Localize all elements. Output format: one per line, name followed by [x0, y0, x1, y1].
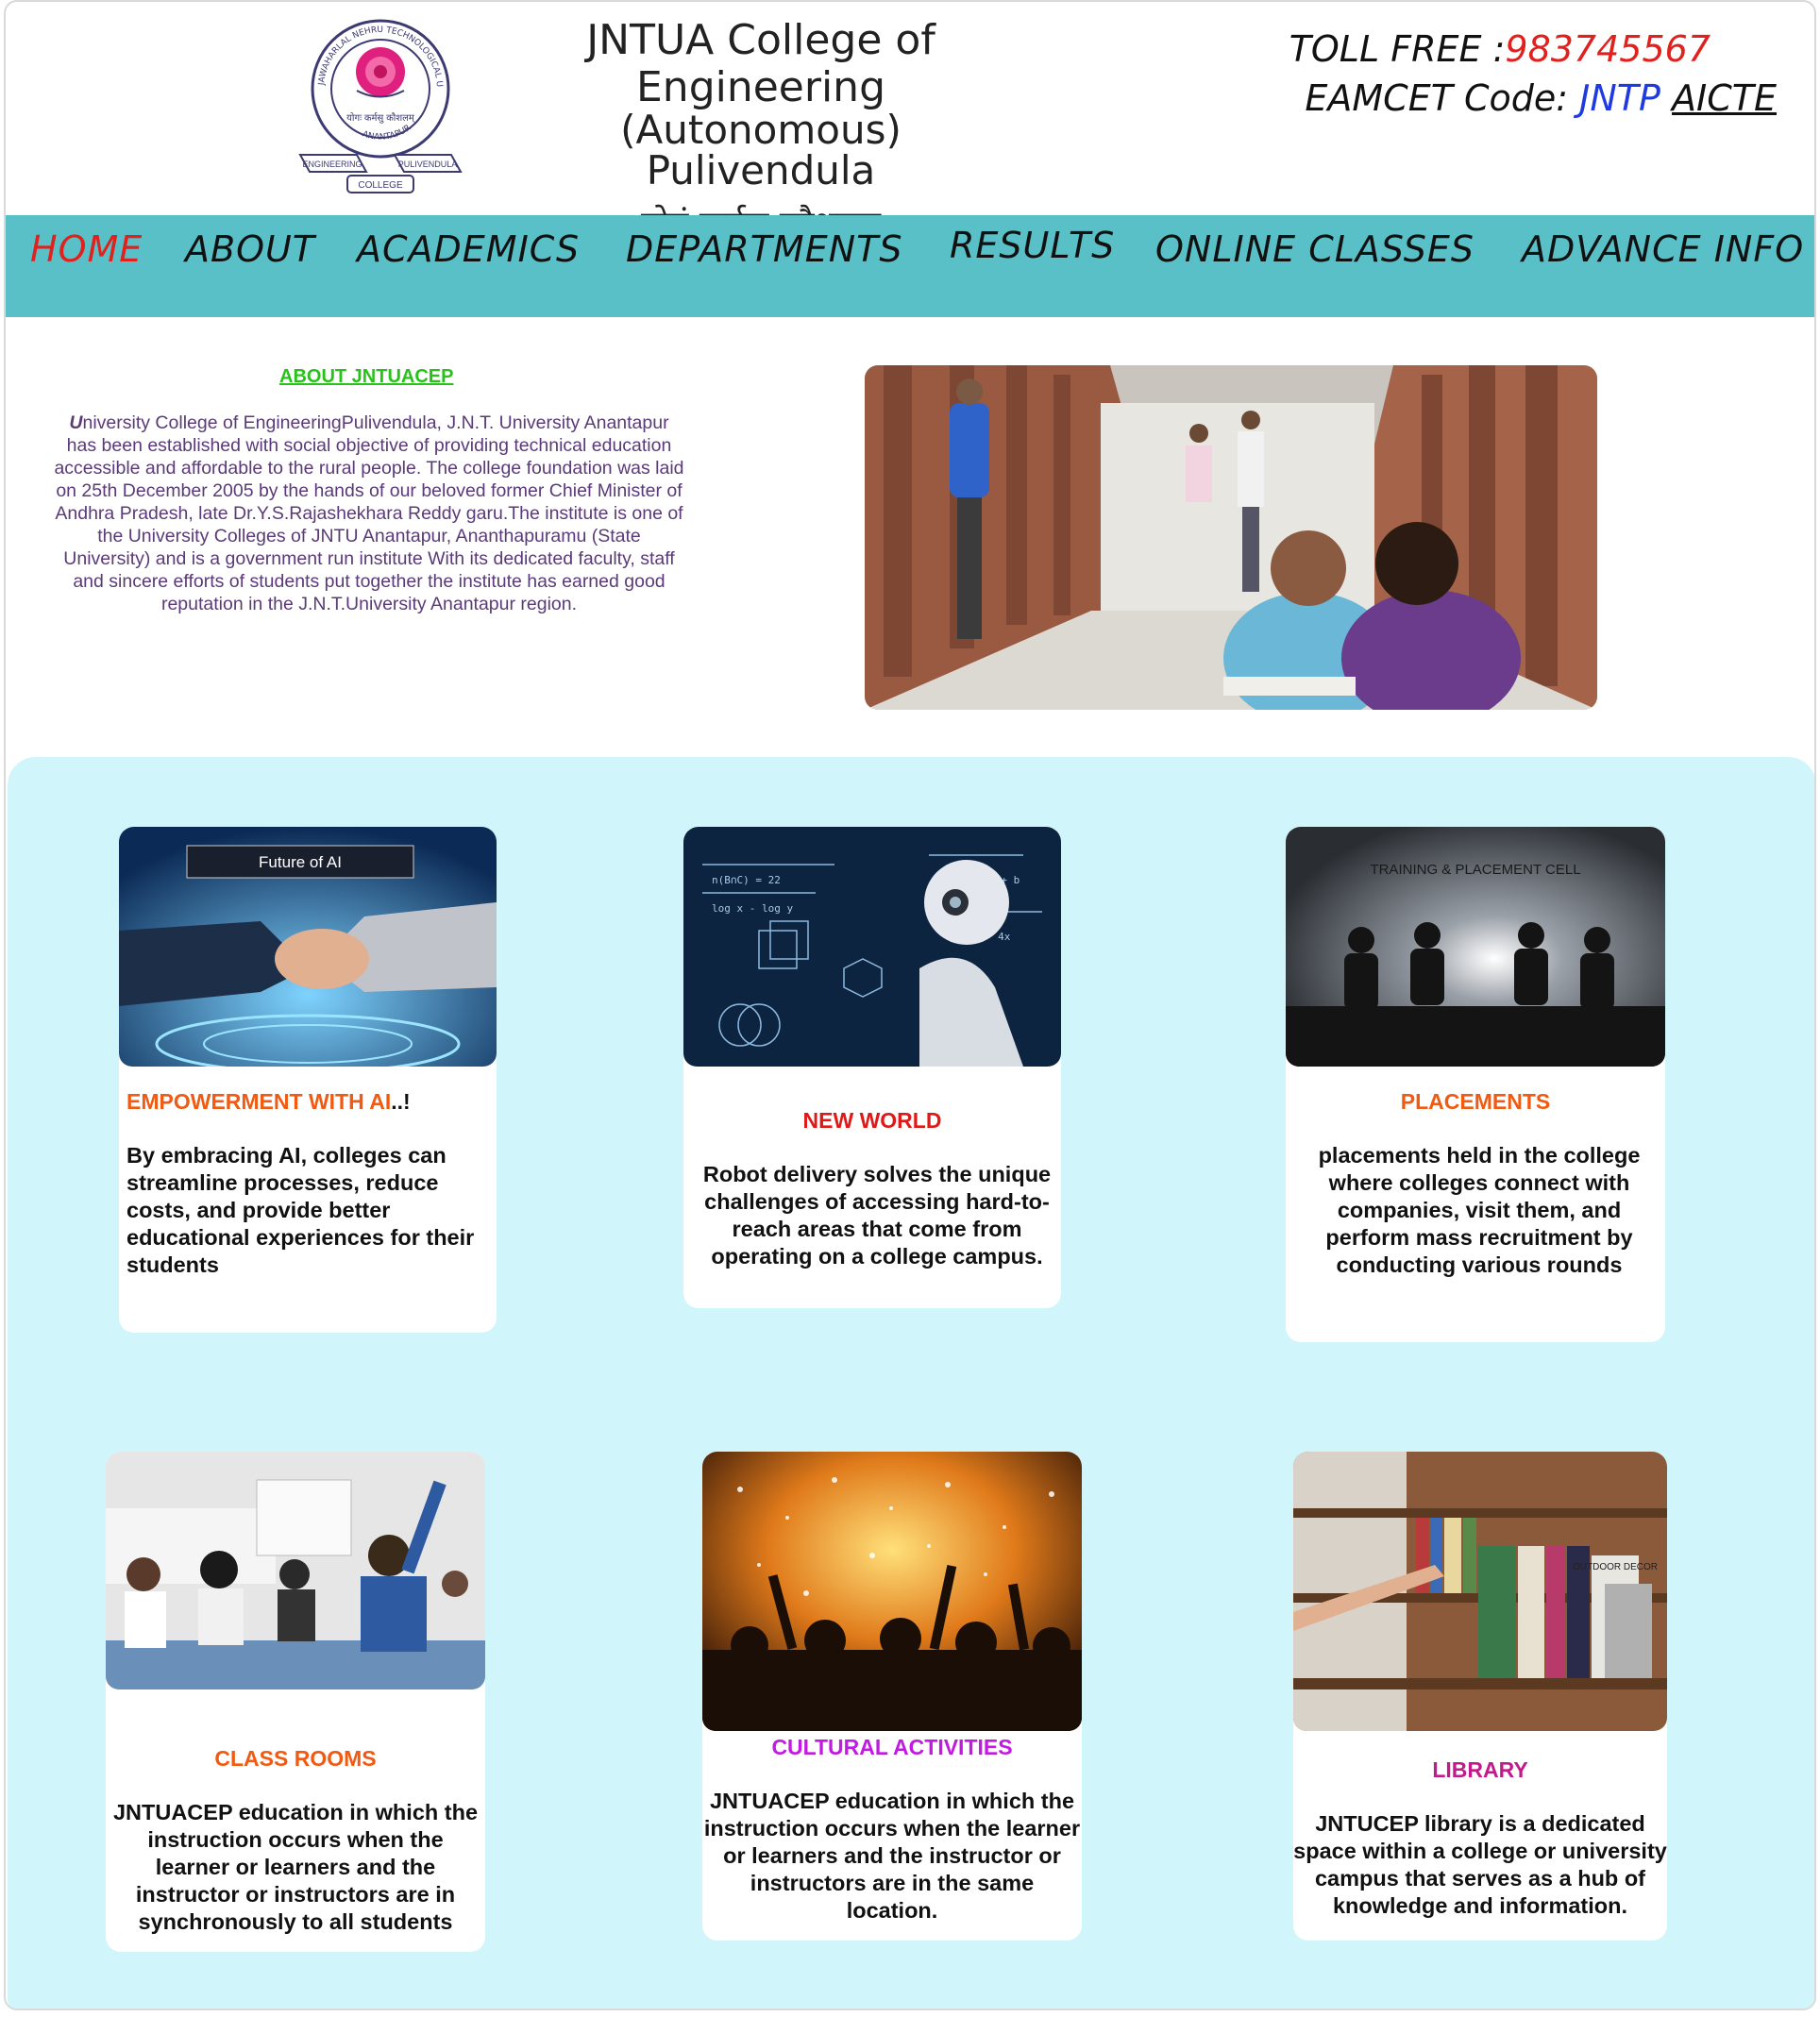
card-title-text: EMPOWERMENT WITH AI: [126, 1089, 392, 1114]
library-image: OUTDOOR DECOR: [1293, 1452, 1667, 1731]
nav-results[interactable]: RESULTS: [950, 225, 1115, 266]
college-logo: JAWAHARLAL NEHRU TECHNOLOGICAL UNIVERSIT…: [291, 13, 463, 193]
card-title: LIBRARY: [1432, 1757, 1528, 1782]
feature-card-ai[interactable]: Future of AI EMPOWERMENT WITH AI..! By e…: [119, 827, 497, 1333]
svg-text:PULIVENDULA: PULIVENDULA: [398, 160, 458, 169]
svg-text:ENGINEERING: ENGINEERING: [302, 160, 362, 169]
eamcet-label: EAMCET Code:: [1305, 77, 1580, 119]
nav-advance-info[interactable]: ADVANCE INFO: [1522, 228, 1804, 270]
toll-free-label: TOLL FREE :: [1289, 28, 1506, 70]
svg-text:TRAINING & PLACEMENT CELL: TRAINING & PLACEMENT CELL: [1370, 862, 1580, 878]
card-text: JNTUCEP library is a dedicated space wit…: [1293, 1811, 1667, 1918]
svg-text:n(B∩C) = 22: n(B∩C) = 22: [712, 874, 781, 886]
svg-text:योगः कर्मसु कौशलम्: योगः कर्मसु कौशलम्: [346, 112, 416, 124]
college-name-line3: Pulivendula: [646, 147, 876, 193]
card-text: JNTUACEP education in which the instruct…: [703, 1789, 1081, 1923]
main-nav: HOME ABOUT ACADEMICS DEPARTMENTS RESULTS…: [6, 215, 1814, 317]
eamcet-code: EAMCET Code: JNTP AICTE: [1289, 74, 1777, 123]
concert-image: [702, 1452, 1082, 1731]
college-name-line1: JNTUA College of Engineering: [586, 16, 935, 111]
feature-card-cultural-activities[interactable]: CULTURAL ACTIVITIES JNTUACEP education i…: [702, 1452, 1082, 1941]
svg-text:OUTDOOR DECOR: OUTDOOR DECOR: [1573, 1562, 1658, 1572]
svg-text:COLLEGE: COLLEGE: [358, 180, 403, 191]
aicte-link[interactable]: AICTE: [1672, 77, 1777, 119]
ai-handshake-image: Future of AI: [119, 827, 497, 1067]
card-title: PLACEMENTS: [1400, 1089, 1551, 1114]
nav-academics[interactable]: ACADEMICS: [357, 228, 580, 270]
card-text: placements held in the college where col…: [1318, 1143, 1641, 1277]
feature-card-library[interactable]: OUTDOOR DECOR LIBRARY JNTUCEP library is…: [1293, 1452, 1667, 1941]
card-title: EMPOWERMENT WITH AI..!: [126, 1089, 497, 1115]
contact-info: TOLL FREE :983745567 EAMCET Code: JNTP A…: [1289, 25, 1777, 123]
classroom-image: [106, 1452, 485, 1689]
card-text: By embracing AI, colleges can streamline…: [126, 1143, 475, 1277]
about-first-letter: U: [69, 412, 83, 433]
toll-free-number: 983745567: [1505, 28, 1710, 70]
about-title[interactable]: ABOUT JNTUACEP: [279, 366, 453, 388]
features-section: Future of AI EMPOWERMENT WITH AI..! By e…: [8, 757, 1814, 2009]
feature-card-new-world[interactable]: n(B∩C) = 22log x - log y y = ax + bx² - …: [683, 827, 1061, 1308]
card-title: CULTURAL ACTIVITIES: [771, 1735, 1013, 1759]
feature-card-placements[interactable]: TRAINING & PLACEMENT CELL PLACEMENTS pla…: [1286, 827, 1665, 1342]
toll-free: TOLL FREE :983745567: [1289, 25, 1710, 74]
page-frame: JAWAHARLAL NEHRU TECHNOLOGICAL UNIVERSIT…: [4, 0, 1816, 2010]
feature-card-class-rooms[interactable]: CLASS ROOMS JNTUACEP education in which …: [106, 1452, 485, 1952]
card-text: Robot delivery solves the unique challen…: [702, 1162, 1052, 1269]
card-title: CLASS ROOMS: [214, 1746, 377, 1771]
nav-online-classes[interactable]: ONLINE CLASSES: [1155, 228, 1475, 270]
about-text-body: niversity College of EngineeringPulivend…: [54, 412, 684, 614]
about-text: University College of EngineeringPuliven…: [53, 412, 685, 615]
eamcet-code-value: JNTP: [1579, 77, 1660, 119]
college-name-line2: (Autonomous): [620, 107, 902, 153]
card-text: JNTUACEP education in which the instruct…: [112, 1800, 479, 1934]
nav-about[interactable]: ABOUT: [185, 228, 315, 270]
nav-home[interactable]: HOME: [30, 228, 143, 270]
hero-image-students: [865, 365, 1597, 710]
card-title: NEW WORLD: [802, 1108, 942, 1133]
card-title-suffix: ..!: [391, 1089, 411, 1114]
nav-departments[interactable]: DEPARTMENTS: [626, 228, 902, 270]
svg-text:log x - log y: log x - log y: [712, 902, 793, 915]
robot-image: n(B∩C) = 22log x - log y y = ax + bx² - …: [683, 827, 1061, 1067]
placement-cell-image: TRAINING & PLACEMENT CELL: [1286, 827, 1665, 1067]
svg-text:Future of AI: Future of AI: [259, 853, 342, 871]
